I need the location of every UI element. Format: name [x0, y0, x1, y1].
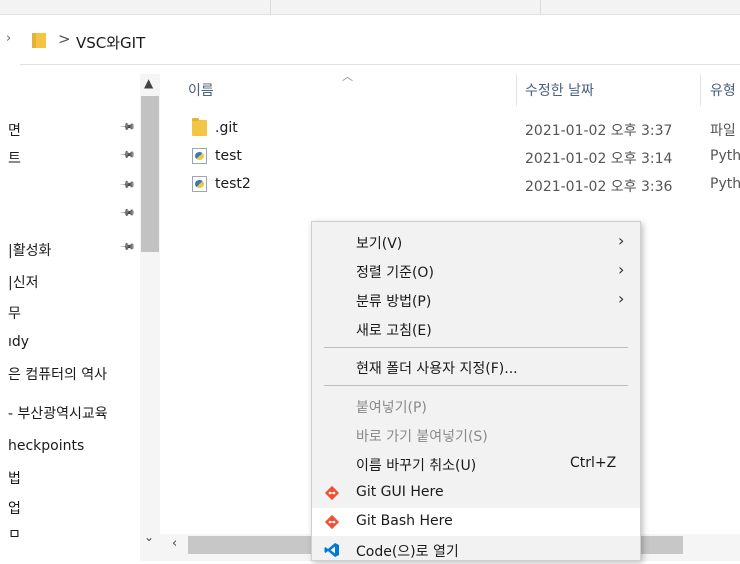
- file-date: 2021-01-02 오후 3:36: [525, 179, 673, 195]
- sort-ascending-icon: ︿: [342, 70, 353, 83]
- address-bar[interactable]: › > VSC와GIT: [0, 22, 740, 62]
- menu-item-label: 정렬 기준(O): [356, 265, 434, 281]
- file-row[interactable]: test 2021-01-02 오후 3:14 Pyth: [160, 144, 740, 170]
- nav-scrollbar[interactable]: ▲ ⌄: [140, 74, 160, 561]
- sidebar-item[interactable]: - 부산광역시교육: [8, 403, 108, 423]
- menu-separator: [324, 347, 628, 348]
- pin-icon[interactable]: 📌: [119, 239, 136, 256]
- breadcrumb-current-folder[interactable]: VSC와GIT: [76, 32, 145, 53]
- file-name: test: [215, 148, 242, 164]
- menu-item-label: Git Bash Here: [356, 513, 453, 529]
- sidebar-item[interactable]: 은 컴퓨터의 역사: [8, 364, 107, 384]
- sidebar-item[interactable]: |신저: [8, 272, 38, 292]
- file-date: 2021-01-02 오후 3:14: [525, 151, 673, 167]
- chevron-left-icon: ›: [6, 31, 12, 46]
- scroll-left-icon[interactable]: ‹: [172, 536, 177, 551]
- sidebar-item[interactable]: heckpoints: [8, 438, 84, 454]
- menu-item-sort[interactable]: 정렬 기준(O) ›: [312, 257, 640, 285]
- menu-item-git-gui[interactable]: Git GUI Here: [312, 479, 640, 507]
- git-icon: [324, 514, 340, 530]
- scroll-down-icon[interactable]: ⌄: [144, 530, 154, 544]
- file-type: 파일: [710, 123, 736, 139]
- sidebar-item[interactable]: 법: [8, 468, 21, 488]
- menu-item-paste-shortcut: 바로 가기 붙여넣기(S): [312, 421, 640, 449]
- menu-item-label: 바로 가기 붙여넣기(S): [356, 429, 488, 445]
- vscode-icon: [324, 543, 339, 557]
- pin-icon[interactable]: 📌: [119, 177, 136, 194]
- chevron-right-icon: ›: [618, 260, 625, 279]
- sidebar-item[interactable]: ㅁ: [8, 524, 21, 544]
- shortcut-label: Ctrl+Z: [570, 455, 617, 471]
- menu-item-open-with-code[interactable]: Code(으)로 열기: [312, 536, 640, 564]
- column-header-date[interactable]: 수정한 날짜: [525, 80, 594, 100]
- python-file-icon: [192, 176, 207, 192]
- strip-divider: [540, 0, 541, 14]
- file-type: Pyth: [710, 176, 740, 192]
- pin-icon[interactable]: 📌: [119, 119, 136, 136]
- file-name: test2: [215, 176, 251, 192]
- menu-item-label: 분류 방법(P): [356, 294, 432, 310]
- menu-item-label: 새로 고침(E): [356, 323, 432, 339]
- file-row[interactable]: .git 2021-01-02 오후 3:37 파일: [160, 116, 740, 142]
- scroll-up-icon[interactable]: ▲: [144, 76, 153, 90]
- menu-item-label: 보기(V): [356, 236, 403, 252]
- menu-item-label: Code(으)로 열기: [356, 544, 459, 560]
- column-header-name[interactable]: 이름: [188, 80, 214, 100]
- pin-icon[interactable]: 📌: [119, 147, 136, 164]
- sidebar-item[interactable]: 업: [8, 498, 21, 518]
- menu-item-view[interactable]: 보기(V) ›: [312, 228, 640, 256]
- navigation-pane: 면 📌 트 📌 📌 📌 |활성화 📌 |신저무 ıdy 은 컴퓨터의 역사 - 부산광역시교육 heck…: [0, 74, 160, 561]
- column-divider[interactable]: [516, 74, 517, 106]
- git-icon: [324, 485, 340, 501]
- menu-item-undo-rename[interactable]: 이름 바꾸기 취소(U) Ctrl+Z: [312, 450, 640, 478]
- menu-item-customize-folder[interactable]: 현재 폴더 사용자 지정(F)...: [312, 353, 640, 381]
- menu-item-refresh[interactable]: 새로 고침(E): [312, 315, 640, 343]
- folder-icon: [192, 118, 207, 136]
- chevron-right-icon: ›: [618, 231, 625, 250]
- menu-item-paste: 붙여넣기(P): [312, 392, 640, 420]
- menu-item-label: 현재 폴더 사용자 지정(F)...: [356, 361, 518, 377]
- column-header-type[interactable]: 유형: [710, 80, 736, 100]
- column-divider[interactable]: [700, 74, 701, 106]
- python-file-icon: [192, 148, 207, 164]
- menu-item-group[interactable]: 분류 방법(P) ›: [312, 286, 640, 314]
- folder-icon: [32, 33, 46, 48]
- sidebar-item[interactable]: |활성화: [8, 240, 51, 260]
- context-menu: 보기(V) › 정렬 기준(O) › 분류 방법(P) › 새로 고침(E) 현…: [311, 221, 641, 561]
- menu-item-label: 붙여넣기(P): [356, 400, 427, 416]
- file-name: .git: [215, 120, 238, 136]
- sidebar-item[interactable]: 면: [8, 120, 21, 140]
- sidebar-item[interactable]: 무: [8, 303, 21, 323]
- menu-item-label: Git GUI Here: [356, 484, 444, 500]
- file-date: 2021-01-02 오후 3:37: [525, 123, 673, 139]
- top-strip: [0, 0, 740, 15]
- divider: [20, 64, 740, 65]
- breadcrumb-separator: >: [58, 30, 71, 48]
- sidebar-item[interactable]: 트: [8, 148, 21, 168]
- file-type: Pyth: [710, 148, 740, 164]
- strip-divider: [270, 0, 271, 14]
- pin-icon[interactable]: 📌: [119, 205, 136, 222]
- chevron-right-icon: ›: [618, 289, 625, 308]
- menu-item-label: 이름 바꾸기 취소(U): [356, 458, 477, 474]
- menu-item-git-bash[interactable]: Git Bash Here: [312, 508, 640, 536]
- sidebar-item[interactable]: ıdy: [8, 334, 29, 350]
- nav-scroll-thumb[interactable]: [141, 96, 159, 252]
- menu-separator: [324, 385, 628, 386]
- file-row[interactable]: test2 2021-01-02 오후 3:36 Pyth: [160, 172, 740, 198]
